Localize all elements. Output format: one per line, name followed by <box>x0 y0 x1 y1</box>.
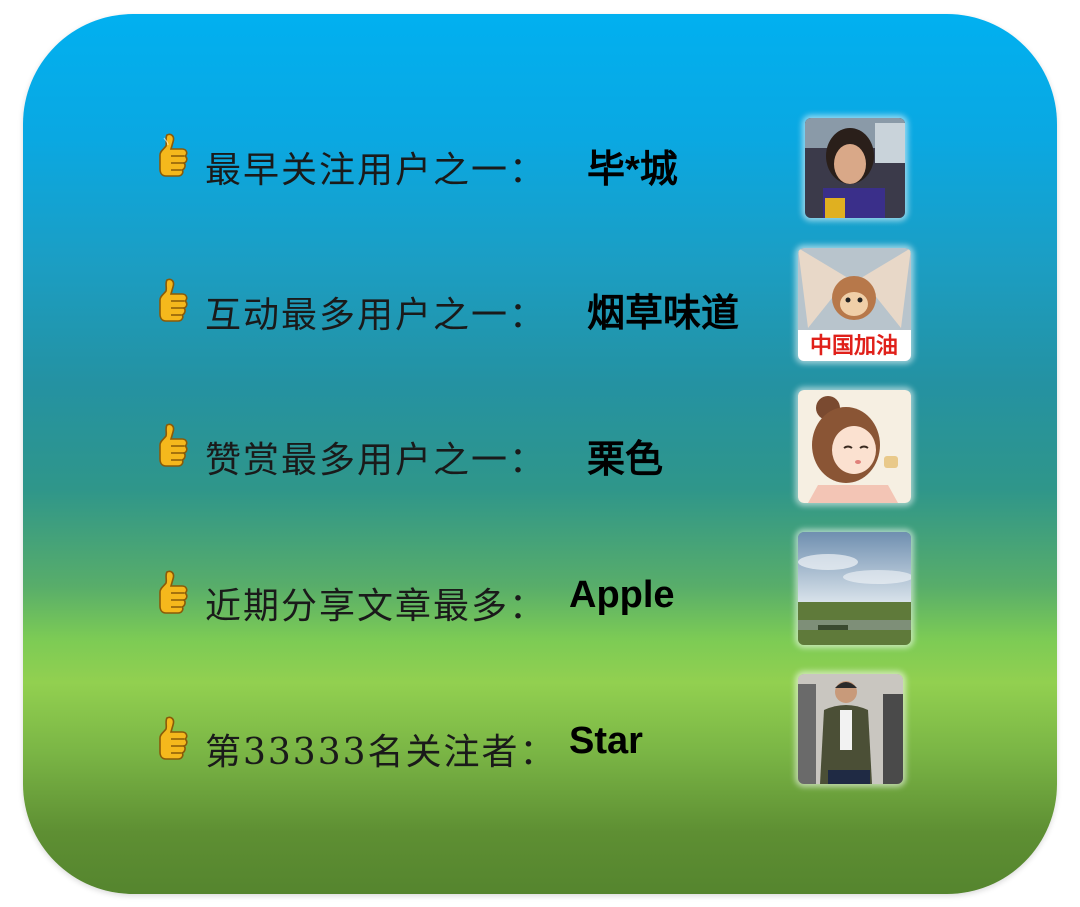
row-label: 近期分享文章最多： <box>205 586 548 627</box>
thumbs-up-icon <box>159 278 188 322</box>
row-label: 第33333名关注者： <box>205 732 558 773</box>
thumbs-up-icon <box>159 423 188 467</box>
landscape-photo-avatar <box>798 532 911 645</box>
girl-photo-avatar <box>805 118 905 218</box>
thumbs-up-icon <box>159 133 188 177</box>
thumbs-up-icon <box>159 716 188 760</box>
row-label: 赞赏最多用户之一： <box>205 440 548 481</box>
followers-card: 最早关注用户之一： 毕*城 互动最多用户之一： 烟草味道 中国加油 赞赏最多用户… <box>23 14 1057 894</box>
row-username: Apple <box>569 574 675 616</box>
anime-girl-avatar <box>798 390 911 503</box>
row-label: 互动最多用户之一： <box>205 295 548 336</box>
row-username: 烟草味道 <box>587 293 740 335</box>
row-label: 最早关注用户之一： <box>205 150 548 191</box>
row-username: Star <box>569 720 643 762</box>
monkey-cartoon-avatar: 中国加油 <box>798 248 911 361</box>
man-street-photo-avatar <box>798 674 903 784</box>
thumbs-up-icon <box>159 570 188 614</box>
avatar-caption: 中国加油 <box>810 334 898 359</box>
row-username: 毕*城 <box>587 149 678 191</box>
row-username: 栗色 <box>587 439 664 481</box>
